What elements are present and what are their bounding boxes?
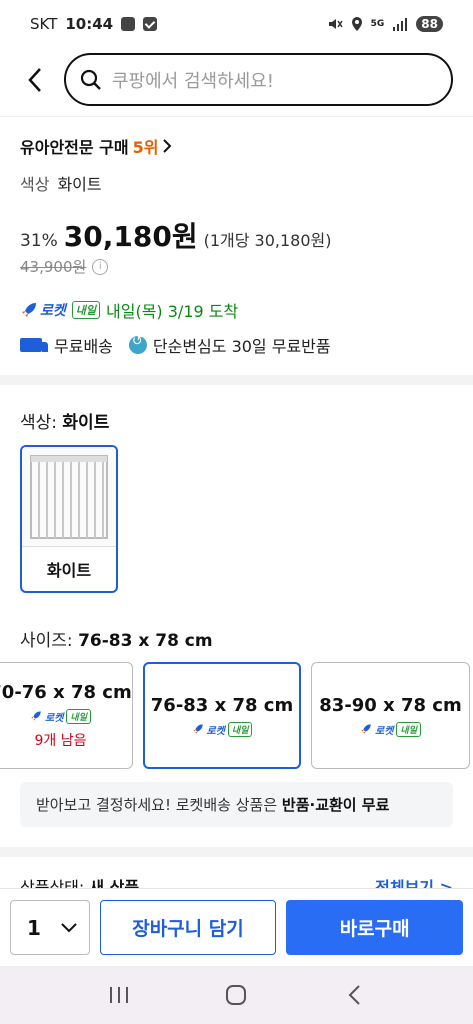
chevron-right-icon xyxy=(163,139,172,153)
sale-price: 30,180원 xyxy=(63,220,198,253)
color-option-white[interactable]: 화이트 xyxy=(20,445,118,593)
system-nav-bar xyxy=(0,966,473,1024)
color-summary: 색상 화이트 xyxy=(20,171,102,195)
signal-icon xyxy=(393,18,408,31)
size-option-size: 76-83 x 78 cm xyxy=(150,694,294,716)
rocket-label: 로켓 xyxy=(40,303,66,319)
rocket-label: 로켓 xyxy=(45,712,64,724)
carrier-label: SKT xyxy=(30,15,58,33)
tomorrow-tag: 내일 xyxy=(227,721,253,737)
color-summary-label: 색상 xyxy=(20,175,50,194)
add-to-cart-button[interactable]: 장바구니 담기 xyxy=(99,900,277,955)
size-option-83-90[interactable]: 83-90 x 78 cm 로켓 내일 xyxy=(311,662,470,769)
price-row: 31% 30,180원 (1개당 30,180원) xyxy=(20,215,332,255)
rocket-badge: 로켓 내일 xyxy=(360,721,421,737)
buy-now-button[interactable]: 바로구매 xyxy=(286,900,463,955)
tomorrow-tag: 내일 xyxy=(396,721,421,737)
size-option-size: 70-76 x 78 cm xyxy=(0,681,132,703)
rocket-label: 로켓 xyxy=(206,725,225,737)
original-price-row: 43,900원 i xyxy=(20,256,109,277)
size-option-70-76[interactable]: 70-76 x 78 cm 로켓 내일 9개 남음 xyxy=(0,662,133,769)
rocket-badge: 로켓 내일 xyxy=(192,721,253,737)
search-icon xyxy=(80,69,101,90)
size-option-76-83[interactable]: 76-83 x 78 cm 로켓 내일 xyxy=(143,662,301,769)
truck-icon xyxy=(20,338,48,352)
rocket-icon xyxy=(192,724,203,734)
rocket-badge: 로켓 xyxy=(20,300,66,320)
return-notice: 받아보고 결정하세요! 로켓배송 상품은 반품·교환이 무료 xyxy=(20,782,453,827)
recent-apps-button[interactable] xyxy=(99,975,139,1015)
color-summary-value: 화이트 xyxy=(57,175,102,194)
purchase-bar: 1 장바구니 담기 바로구매 xyxy=(0,888,473,966)
mute-icon xyxy=(328,19,343,29)
size-option-selected: 76-83 x 78 cm xyxy=(78,631,213,651)
back-button[interactable] xyxy=(10,52,60,108)
recent-apps-icon xyxy=(109,987,128,1003)
safety-gate-image xyxy=(30,454,108,539)
tomorrow-tag: 내일 xyxy=(66,708,91,724)
size-option-title: 사이즈: xyxy=(20,631,73,651)
check-notification-icon xyxy=(143,17,158,31)
status-bar: SKT 10:44 5G 88 xyxy=(0,0,473,48)
color-option-selected: 화이트 xyxy=(62,413,110,433)
chevron-down-icon xyxy=(60,922,77,932)
rank-prefix: 유아안전문 구매 xyxy=(20,138,129,157)
search-header: 쿠팡에서 검색하세요! xyxy=(0,52,473,108)
chevron-left-icon xyxy=(28,68,41,92)
rocket-icon xyxy=(31,711,41,721)
rocket-label: 로켓 xyxy=(375,725,394,737)
size-option-size: 83-90 x 78 cm xyxy=(319,694,462,716)
unit-price: (1개당 30,180원) xyxy=(203,231,332,250)
free-return-text: 단순변심도 30일 무료반품 xyxy=(152,337,331,356)
category-rank-link[interactable]: 유아안전문 구매 5위 xyxy=(20,134,172,158)
free-shipping-text: 무료배송 xyxy=(54,337,113,356)
system-back-button[interactable] xyxy=(334,975,374,1015)
product-thumbnail xyxy=(22,447,116,547)
section-divider xyxy=(0,375,473,385)
rocket-icon xyxy=(361,724,371,734)
section-divider xyxy=(0,847,473,857)
color-option-label: 색상: 화이트 xyxy=(20,408,109,433)
shipping-info: 무료배송 단순변심도 30일 무료반품 xyxy=(20,333,331,357)
quantity-select[interactable]: 1 xyxy=(10,900,90,955)
arrival-date: 내일(목) 3/19 도착 xyxy=(106,302,239,321)
rank-value: 5위 xyxy=(132,138,159,157)
color-option-name: 화이트 xyxy=(46,561,92,580)
search-placeholder: 쿠팡에서 검색하세요! xyxy=(112,70,274,92)
clock: 10:44 xyxy=(65,15,114,33)
original-price: 43,900원 xyxy=(20,258,87,276)
tomorrow-tag: 내일 xyxy=(71,301,101,319)
rocket-icon xyxy=(22,303,36,317)
home-button[interactable] xyxy=(216,975,256,1015)
discount-rate: 31% xyxy=(20,231,58,251)
search-input[interactable]: 쿠팡에서 검색하세요! xyxy=(64,53,453,106)
notification-icon xyxy=(121,17,136,31)
info-icon[interactable]: i xyxy=(92,258,109,275)
return-icon xyxy=(128,334,147,354)
notice-bold: 반품·교환이 무료 xyxy=(281,796,390,814)
battery-indicator: 88 xyxy=(416,16,443,32)
home-icon xyxy=(226,985,247,1005)
network-label: 5G xyxy=(370,19,385,29)
color-option-title: 색상: xyxy=(20,413,58,433)
rocket-badge: 로켓 내일 xyxy=(30,708,91,724)
stock-remaining: 9개 남음 xyxy=(34,732,87,749)
header-divider xyxy=(0,116,473,117)
size-option-label: 사이즈: 76-83 x 78 cm xyxy=(20,626,213,651)
back-icon xyxy=(348,985,360,1005)
delivery-info: 로켓 내일 내일(목) 3/19 도착 xyxy=(20,298,238,322)
notice-text: 받아보고 결정하세요! 로켓배송 상품은 xyxy=(36,796,282,814)
location-icon xyxy=(351,17,362,31)
quantity-value: 1 xyxy=(27,915,41,940)
